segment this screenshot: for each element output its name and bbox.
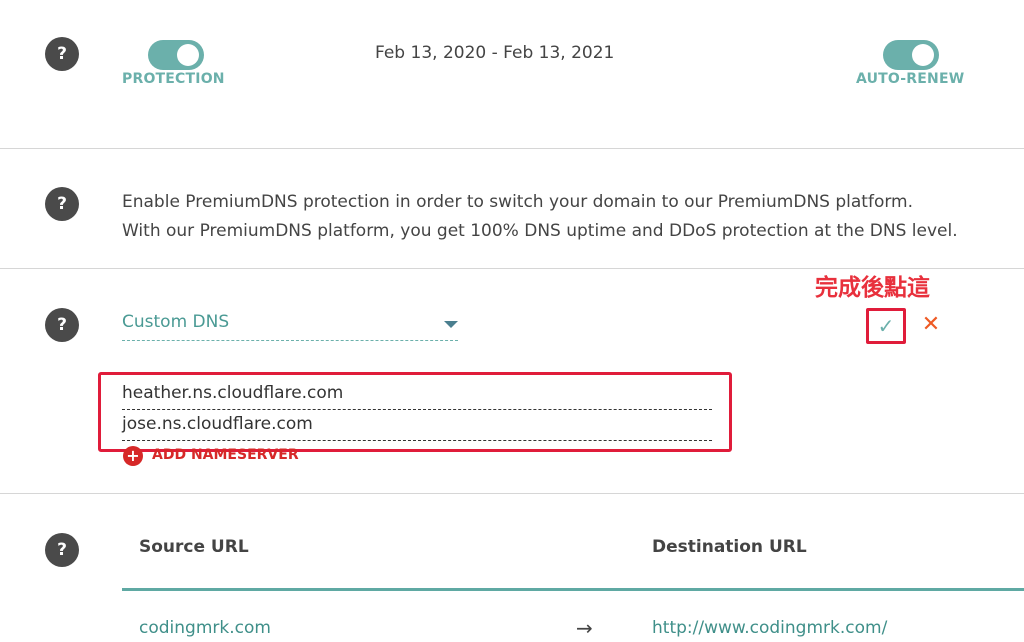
chevron-down-icon bbox=[444, 321, 458, 328]
destination-url-header: Destination URL bbox=[652, 537, 807, 557]
protection-toggle[interactable] bbox=[148, 40, 204, 70]
premium-dns-line-1: Enable PremiumDNS protection in order to… bbox=[122, 192, 914, 212]
close-icon: ✕ bbox=[921, 312, 941, 337]
nameserver-input-1[interactable]: heather.ns.cloudflare.com bbox=[122, 379, 712, 410]
annotation-label: 完成後點這 bbox=[815, 275, 930, 301]
confirm-button[interactable]: ✓ bbox=[866, 308, 906, 344]
section-divider bbox=[0, 493, 1024, 494]
protection-label: PROTECTION bbox=[122, 71, 225, 87]
check-icon: ✓ bbox=[877, 314, 895, 338]
add-nameserver-label: ADD NAMESERVER bbox=[152, 447, 299, 463]
help-icon[interactable]: ? bbox=[45, 533, 79, 567]
toggle-knob bbox=[177, 44, 199, 66]
section-divider bbox=[0, 148, 1024, 149]
dns-type-value: Custom DNS bbox=[122, 312, 230, 332]
table-header-rule bbox=[122, 588, 1024, 591]
arrow-right-icon: → bbox=[576, 616, 593, 640]
dns-type-select[interactable]: Custom DNS bbox=[122, 308, 458, 341]
destination-url-link[interactable]: http://www.codingmrk.com/ bbox=[652, 618, 887, 638]
premium-dns-line-2: With our PremiumDNS platform, you get 10… bbox=[122, 221, 958, 241]
nameserver-input-2[interactable]: jose.ns.cloudflare.com bbox=[122, 410, 712, 441]
help-icon[interactable]: ? bbox=[45, 308, 79, 342]
domain-settings-page: ? PROTECTION Feb 13, 2020 - Feb 13, 2021… bbox=[0, 0, 1024, 642]
toggle-knob bbox=[912, 44, 934, 66]
plus-icon: + bbox=[123, 446, 143, 466]
source-url-header: Source URL bbox=[139, 537, 249, 557]
help-icon[interactable]: ? bbox=[45, 187, 79, 221]
auto-renew-toggle[interactable] bbox=[883, 40, 939, 70]
auto-renew-label: AUTO-RENEW bbox=[856, 71, 965, 87]
source-url-link[interactable]: codingmrk.com bbox=[139, 618, 271, 638]
cancel-button[interactable]: ✕ bbox=[916, 310, 946, 340]
date-range: Feb 13, 2020 - Feb 13, 2021 bbox=[375, 43, 615, 63]
help-icon[interactable]: ? bbox=[45, 37, 79, 71]
